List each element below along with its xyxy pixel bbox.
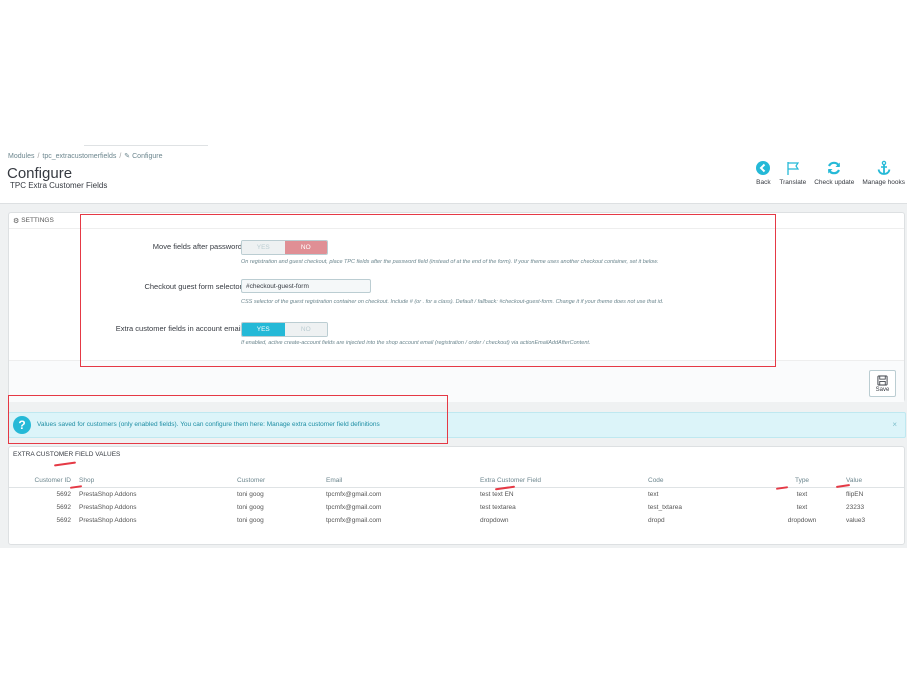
cell-type: text <box>796 491 808 498</box>
col-customer[interactable]: Customer <box>237 474 326 488</box>
values-table: Customer ID Shop Customer Email Extra Cu… <box>9 474 904 527</box>
cell-value: value3 <box>846 517 866 524</box>
table-row: 5692 PrestaShop Addons toni goog tpcmfx@… <box>9 501 904 514</box>
save-label: Save <box>875 386 890 393</box>
table-row: 5692 PrestaShop Addons toni goog tpcmfx@… <box>9 488 904 502</box>
cell-extra-field: test textarea <box>480 504 516 511</box>
values-heading: EXTRA CUSTOMER FIELD VALUES <box>13 451 121 458</box>
cell-type: text <box>796 504 808 511</box>
breadcrumb-item-configure: Configure <box>132 153 163 160</box>
translate-label: Translate <box>779 179 807 186</box>
translate-button[interactable]: Translate <box>779 160 806 186</box>
manage-hooks-button[interactable]: Manage hooks <box>862 160 905 186</box>
col-code[interactable]: Code <box>648 474 772 488</box>
cell-email: tpcmfx@gmail.com <box>326 504 382 511</box>
cell-customer-id: 5692 <box>56 517 71 524</box>
cell-code: text <box>648 491 659 498</box>
save-button[interactable]: Save <box>869 370 896 397</box>
check-update-button[interactable]: Check update <box>814 160 854 186</box>
close-icon[interactable]: × <box>892 420 897 429</box>
col-customer-id[interactable]: Customer ID <box>9 474 79 488</box>
col-type[interactable]: Type <box>772 474 832 488</box>
cell-shop: PrestaShop Addons <box>79 517 137 524</box>
table-row: 5692 PrestaShop Addons toni goog tpcmfx@… <box>9 514 904 527</box>
cell-extra-field: test text EN <box>480 491 514 498</box>
back-label: Back <box>756 179 771 186</box>
cell-customer: toni goog <box>237 491 264 498</box>
col-extra-field[interactable]: Extra Customer Field <box>480 474 648 488</box>
header-divider <box>84 145 208 146</box>
annotation-box-settings <box>80 214 776 367</box>
cell-code: dropd <box>648 517 665 524</box>
manage-hooks-label: Manage hooks <box>862 179 905 186</box>
breadcrumb: Modules / tpc_extracustomerfields / ✎ Config… <box>8 153 163 160</box>
cell-customer: toni goog <box>237 517 264 524</box>
breadcrumb-item-modules[interactable]: Modules <box>8 153 34 160</box>
cell-type: dropdown <box>787 517 817 524</box>
flag-icon <box>787 162 799 175</box>
back-button[interactable]: Back <box>755 160 771 186</box>
page-subtitle: TPC Extra Customer Fields <box>10 181 108 190</box>
values-panel: EXTRA CUSTOMER FIELD VALUES Customer ID … <box>8 446 905 545</box>
cell-shop: PrestaShop Addons <box>79 504 137 511</box>
gears-icon: ⚙ <box>13 217 20 225</box>
floppy-icon <box>877 374 888 386</box>
cell-code: test_txtarea <box>648 504 682 511</box>
cell-email: tpcmfx@gmail.com <box>326 517 382 524</box>
cell-email: tpcmfx@gmail.com <box>326 491 382 498</box>
wrench-icon: ✎ <box>124 153 131 160</box>
cell-value: 23233 <box>846 504 865 511</box>
cell-customer-id: 5692 <box>56 491 71 498</box>
anchor-icon <box>877 160 891 175</box>
settings-heading-label: SETTINGS <box>21 217 54 224</box>
col-shop[interactable]: Shop <box>79 474 237 488</box>
cell-value: flipEN <box>846 491 864 498</box>
refresh-icon <box>828 161 841 175</box>
check-update-label: Check update <box>814 179 855 186</box>
breadcrumb-item-module[interactable]: tpc_extracustomerfields <box>42 153 116 160</box>
cell-customer: toni goog <box>237 504 264 511</box>
col-email[interactable]: Email <box>326 474 480 488</box>
toolbar: Back Translate Check update Manage hooks <box>747 160 905 186</box>
cell-customer-id: 5692 <box>56 504 71 511</box>
page-title: Configure <box>7 165 73 182</box>
annotation-box-alert <box>8 395 448 444</box>
cell-shop: PrestaShop Addons <box>79 491 137 498</box>
cell-extra-field: dropdown <box>480 517 509 524</box>
arrow-left-circle-icon <box>756 161 771 175</box>
table-header-row: Customer ID Shop Customer Email Extra Cu… <box>9 474 904 488</box>
